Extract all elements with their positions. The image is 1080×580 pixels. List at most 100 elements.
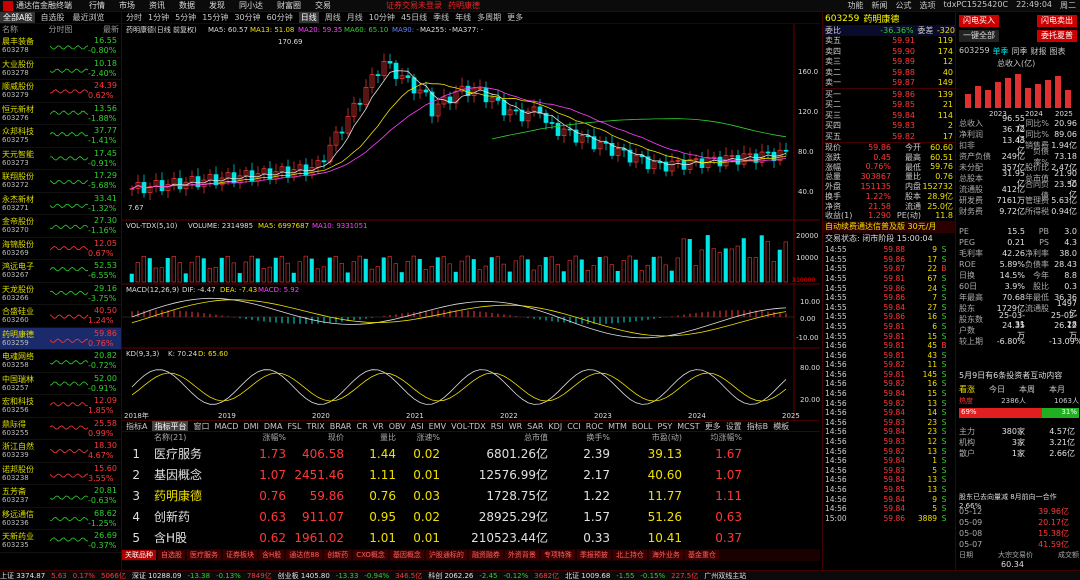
indicator-tab[interactable]: VR (373, 422, 384, 431)
stock-row[interactable]: 众邦科技 603275 37.77 -1.41% (0, 125, 121, 148)
kline-chart[interactable]: 药明康德(日线 前复权) MA5: 60.57 MA13: 51.08 MA20… (122, 24, 820, 420)
indicator-tab[interactable]: 指标平台 (152, 421, 189, 431)
sector-tab[interactable]: 关联品种 (122, 550, 156, 560)
indicator-tab[interactable]: DMI (243, 422, 258, 431)
stock-row[interactable]: 中国瑞林 603257 52.00 -0.91% (0, 373, 121, 395)
sector-tab[interactable]: 北上持仓 (612, 550, 647, 560)
indicator-tab[interactable]: OBV (389, 422, 406, 431)
indicator-tab[interactable]: ROC (586, 422, 603, 431)
stock-row[interactable]: 诺邦股份 603238 15.60 3.55% (0, 463, 121, 485)
stock-row[interactable]: 电魂网络 603258 20.82 -0.72% (0, 350, 121, 373)
indicator-tab[interactable]: BOLL (632, 422, 653, 431)
indicator-tab[interactable]: TRIX (306, 422, 324, 431)
indicator-tab[interactable]: 指标B (747, 421, 769, 431)
indicator-tab[interactable]: WR (509, 422, 522, 431)
sector-tab[interactable]: 沪股通标的 (425, 550, 467, 560)
sector-tab[interactable]: 自选股 (158, 550, 185, 560)
sector-tab[interactable]: 专项特殊 (540, 550, 575, 560)
tab-watchlist[interactable]: 自选股 (37, 12, 67, 23)
stock-row[interactable]: 金帝股份 603270 27.30 -1.16% (0, 215, 121, 238)
table-header-cell[interactable]: 现价 (286, 432, 344, 443)
sector-tab[interactable]: 创新药 (324, 550, 352, 560)
sector-tab[interactable]: 季报预披 (576, 550, 611, 560)
table-header-cell[interactable]: 均涨幅% (682, 432, 742, 443)
table-header-cell[interactable]: 换手% (548, 432, 610, 443)
table-header-cell[interactable]: 量比 (344, 432, 396, 443)
sector-tab[interactable]: 融资融券 (468, 550, 503, 560)
menu-caifuquan[interactable]: 财富圈 (277, 0, 301, 11)
menu-quotes[interactable]: 行情 (89, 0, 105, 11)
period-tab[interactable]: 多周期 (477, 12, 501, 23)
col-latest[interactable]: 最新 (103, 24, 119, 35)
menu-discover[interactable]: 发现 (209, 0, 225, 11)
period-tab[interactable]: 5分钟 (175, 12, 196, 23)
sector-tab[interactable]: 证券板块 (223, 550, 257, 560)
sector-tab[interactable]: 基金重仓 (684, 550, 719, 560)
indicator-tab[interactable]: CCI (567, 422, 581, 431)
table-header-cell[interactable]: 涨速% (396, 432, 440, 443)
indicator-tab[interactable]: ASI (411, 422, 424, 431)
indicator-tab[interactable]: 窗口 (193, 421, 209, 431)
sector-tab[interactable]: 含H股 (259, 550, 285, 560)
table-header-cell[interactable]: 涨幅% (234, 432, 286, 443)
table-row[interactable]: 4 创新药 0.63 911.07 0.95 0.02 28925.29亿 1.57 51.26… (122, 506, 820, 527)
table-row[interactable]: 2 基因概念 1.07 2451.46 1.11 0.01 12576.99亿 2.17 40.… (122, 464, 820, 485)
indicator-tab[interactable]: PSY (657, 422, 672, 431)
tab-recent[interactable]: 最近浏览 (69, 12, 107, 23)
order-button[interactable]: 委托夏普 (1037, 30, 1077, 42)
indicator-tab[interactable]: MACD (214, 422, 238, 431)
stock-row[interactable]: 天元智能 603273 17.45 -0.91% (0, 148, 121, 170)
flash-buy-button[interactable]: 闪电买入 (959, 15, 999, 27)
login-warning[interactable]: 证券交易未登录 (386, 0, 442, 11)
tab-all-a-shares[interactable]: 全部A股 (0, 12, 36, 23)
sector-tab[interactable]: CXO概念 (353, 550, 388, 560)
stock-row[interactable]: 宏和科技 603256 12.09 1.85% (0, 395, 121, 418)
one-click-all-button[interactable]: 一键全部 (959, 30, 999, 42)
period-tab[interactable]: 10分钟 (369, 12, 395, 23)
stock-row[interactable]: 顺威股份 603279 24.39 0.62% (0, 80, 121, 103)
stock-row[interactable]: 鼎际得 603255 25.58 0.99% (0, 418, 121, 440)
table-row[interactable]: 3 药明康德 0.76 59.86 0.76 0.03 1728.75亿 1.22 11.77 1… (122, 485, 820, 506)
menu-function[interactable]: 功能 (847, 0, 863, 11)
indicator-tab[interactable]: FSL (287, 422, 301, 431)
sector-tab[interactable]: 通达信88 (286, 550, 323, 560)
period-tab[interactable]: 分时 (126, 12, 142, 23)
period-tab[interactable]: 周线 (325, 12, 341, 23)
period-tab[interactable]: 日线 (298, 12, 319, 23)
sector-tab[interactable]: 基因概念 (389, 550, 424, 560)
tab-report[interactable]: 财报 (1031, 46, 1047, 57)
indicator-tab[interactable]: MCST (677, 422, 699, 431)
menu-tongxiaoda[interactable]: 同小达 (239, 0, 263, 11)
menu-formula[interactable]: 公式 (895, 0, 911, 11)
indicator-tab[interactable]: KDJ (548, 422, 562, 431)
sector-tab[interactable]: 外资背景 (504, 550, 539, 560)
table-header-cell[interactable]: 名称(21) (140, 432, 234, 443)
table-row[interactable]: 1 医疗服务 1.73 406.58 1.44 0.02 6801.26亿 2.39 39.13… (122, 443, 820, 464)
interaction-note[interactable]: 5月9日有6条投资者互动内容 (959, 370, 1062, 381)
stock-row[interactable]: 天龙股份 603266 29.16 -3.75% (0, 283, 121, 305)
period-tab[interactable]: 30分钟 (234, 12, 260, 23)
period-week[interactable]: 本周 (1019, 384, 1035, 395)
stock-row[interactable]: 海锦股份 603269 12.05 0.67% (0, 238, 121, 260)
indicator-tab[interactable]: 指标A (126, 421, 147, 431)
menu-trade[interactable]: 交易 (315, 0, 331, 11)
period-tab[interactable]: 年线 (455, 12, 471, 23)
period-today[interactable]: 今日 (989, 384, 1005, 395)
period-tab[interactable]: 15分钟 (202, 12, 228, 23)
indicator-tab[interactable]: 设置 (726, 421, 742, 431)
stock-row[interactable]: 永杰新材 603271 33.41 -1.32% (0, 193, 121, 215)
chart-area[interactable]: 药明康德(日线 前复权) MA5: 60.57 MA13: 51.08 MA20… (122, 24, 820, 420)
period-tab[interactable]: 更多 (507, 12, 523, 23)
indicator-tab[interactable]: DMA (264, 422, 283, 431)
subscription-ad[interactable]: 自动续费通达信普及版 30元/月 (823, 220, 955, 233)
sector-tab[interactable]: 医疗服务 (187, 550, 221, 560)
col-intraday[interactable]: 分时图 (49, 24, 73, 35)
col-name[interactable]: 名称 (2, 24, 18, 35)
indicator-tab[interactable]: 模板 (773, 421, 789, 431)
indicator-tab[interactable]: SAR (527, 422, 543, 431)
indicator-tab[interactable]: BRAR (330, 422, 352, 431)
stock-row[interactable]: 联翔股份 603272 17.29 -5.68% (0, 170, 121, 193)
indicator-tab[interactable]: CR (357, 422, 368, 431)
menu-market[interactable]: 市场 (119, 0, 135, 11)
table-row[interactable]: 5 含H股 0.62 1961.02 1.01 0.01 210523.44亿 0.33 10.… (122, 527, 820, 548)
